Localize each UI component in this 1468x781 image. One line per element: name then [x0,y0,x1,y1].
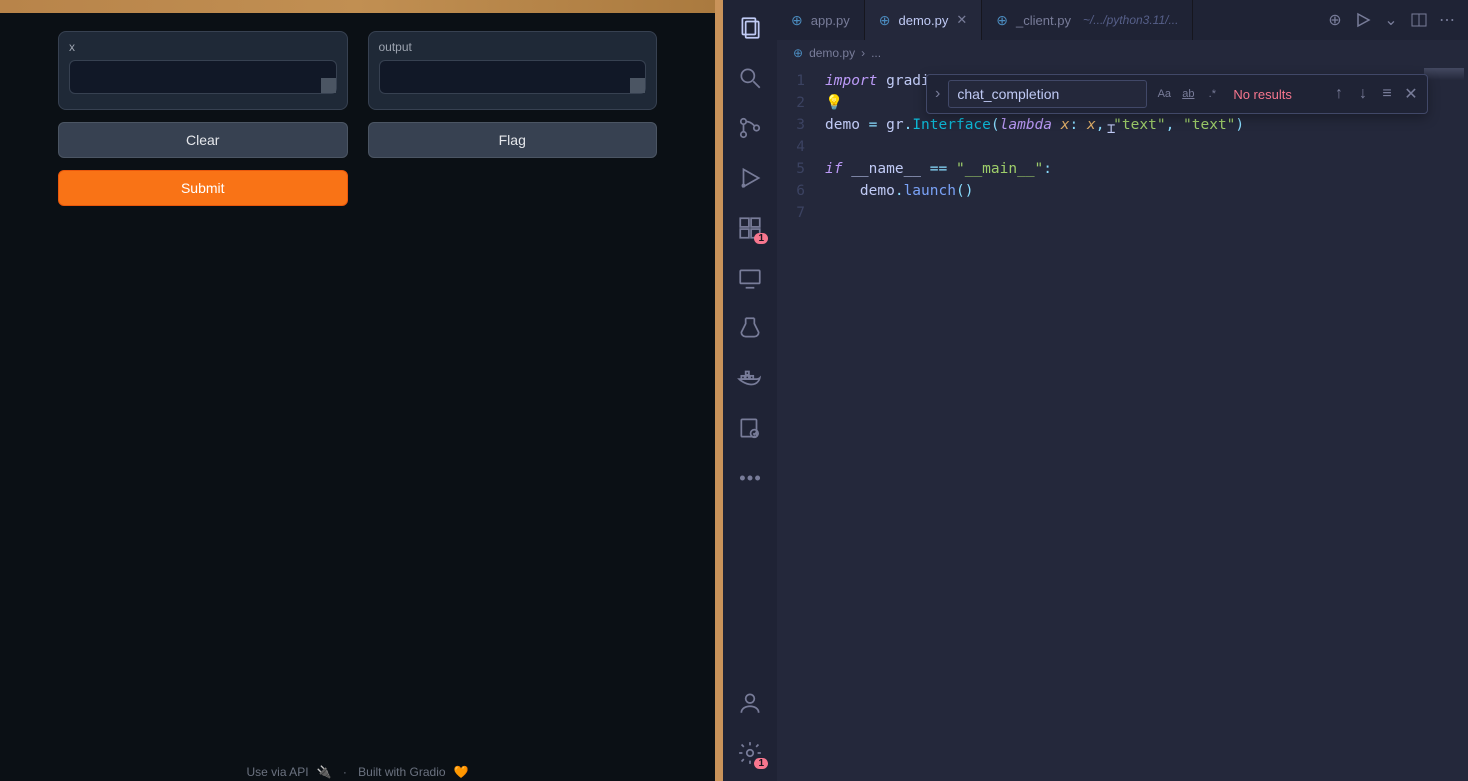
line-number: 7 [777,202,809,224]
find-in-selection-icon[interactable]: ≡ [1377,84,1397,104]
tab-client-py[interactable]: ⊕ _client.py ~/.../python3.11/... [982,0,1193,40]
manage-gear-icon[interactable]: 1 [736,739,764,767]
flag-button[interactable]: Flag [368,122,658,158]
line-gutter: 1 2 3 4 5 6 7 [777,70,825,781]
settings-sync-icon[interactable] [736,414,764,442]
editor-area: ⊕ app.py ⊕ demo.py ✕ ⊕ _client.py ~/.../… [777,0,1468,781]
input-textarea[interactable] [69,60,337,94]
line-number: 3 [777,114,809,136]
split-editor-icon[interactable] [1410,11,1428,29]
prev-match-icon[interactable]: ↑ [1329,84,1349,104]
footer-api-link[interactable]: Use via API [247,765,309,779]
next-match-icon[interactable]: ↓ [1353,84,1373,104]
remote-icon[interactable] [736,264,764,292]
input-label: x [69,40,337,54]
footer-sep: · [343,765,347,779]
split-divider[interactable] [715,0,723,781]
footer-built-link[interactable]: Built with Gradio [358,765,445,779]
gradio-interface: x Clear Submit output Flag [0,13,715,781]
more-icon[interactable] [736,464,764,492]
browser-chrome-strip [0,0,715,13]
tab-label: demo.py [899,13,949,28]
extensions-badge: 1 [754,233,768,244]
tab-label: _client.py [1016,13,1071,28]
browser-gradio-app: x Clear Submit output Flag Use via API 🔌 … [0,0,715,781]
python-icon: ⊕ [793,46,803,60]
input-block: x [58,31,348,110]
output-label: output [379,40,647,54]
manage-badge: 1 [754,758,768,769]
editor-actions: ⊕ ⌄ ⋯ [1314,0,1468,40]
match-whole-word-icon[interactable]: ab [1177,83,1199,105]
find-results-text: No results [1233,87,1292,102]
accounts-icon[interactable] [736,689,764,717]
tab-label: app.py [811,13,850,28]
chevron-right-icon: › [861,46,865,60]
explorer-icon[interactable] [736,14,764,42]
line-number: 2 [777,92,809,114]
activity-bar: 1 1 [723,0,777,781]
run-debug-icon[interactable] [736,164,764,192]
line-number: 6 [777,180,809,202]
search-icon[interactable] [736,64,764,92]
lightbulb-icon[interactable]: 💡 [825,95,843,111]
code-editor[interactable]: 1 2 3 4 5 6 7 import gradio as gr 💡 demo… [777,66,1468,781]
gradio-footer: Use via API 🔌 · Built with Gradio 🧡 [0,763,715,781]
code-content[interactable]: import gradio as gr 💡 demo = gr.Interfac… [825,70,1468,781]
close-find-icon[interactable]: ✕ [1401,84,1421,104]
output-textarea[interactable] [379,60,647,94]
find-toggle-replace-icon[interactable]: › [933,83,942,105]
footer-built-icon: 🧡 [454,765,469,779]
output-block: output [368,31,658,110]
python-env-icon[interactable]: ⊕ [1326,11,1344,29]
extensions-icon[interactable]: 1 [736,214,764,242]
line-number: 1 [777,70,809,92]
vscode-window: 1 1 ⊕ app.py [723,0,1468,781]
tab-app-py[interactable]: ⊕ app.py [777,0,865,40]
use-regex-icon[interactable]: .* [1201,83,1223,105]
docker-icon[interactable] [736,364,764,392]
breadcrumb-file: demo.py [809,46,855,60]
tab-bar: ⊕ app.py ⊕ demo.py ✕ ⊕ _client.py ~/.../… [777,0,1468,40]
source-control-icon[interactable] [736,114,764,142]
text-cursor-icon: ⌶ [1107,118,1115,140]
clear-button[interactable]: Clear [58,122,348,158]
chevron-down-icon[interactable]: ⌄ [1382,11,1400,29]
tab-path: ~/.../python3.11/... [1083,13,1179,27]
run-icon[interactable] [1354,11,1372,29]
testing-icon[interactable] [736,314,764,342]
close-icon[interactable]: ✕ [956,12,967,28]
match-case-icon[interactable]: Aa [1153,83,1175,105]
submit-button[interactable]: Submit [58,170,348,206]
more-actions-icon[interactable]: ⋯ [1438,11,1456,29]
line-number: 5 [777,158,809,180]
find-widget: › Aa ab .* No results ↑ ↓ ≡ ✕ [926,74,1428,114]
find-input[interactable] [948,80,1147,108]
line-number: 4 [777,136,809,158]
breadcrumb[interactable]: ⊕ demo.py › ... [777,40,1468,66]
footer-api-icon: 🔌 [317,765,332,779]
tab-demo-py[interactable]: ⊕ demo.py ✕ [865,0,983,40]
python-icon: ⊕ [996,12,1008,29]
python-icon: ⊕ [791,12,803,29]
breadcrumb-more: ... [871,46,881,60]
python-icon: ⊕ [879,12,891,29]
